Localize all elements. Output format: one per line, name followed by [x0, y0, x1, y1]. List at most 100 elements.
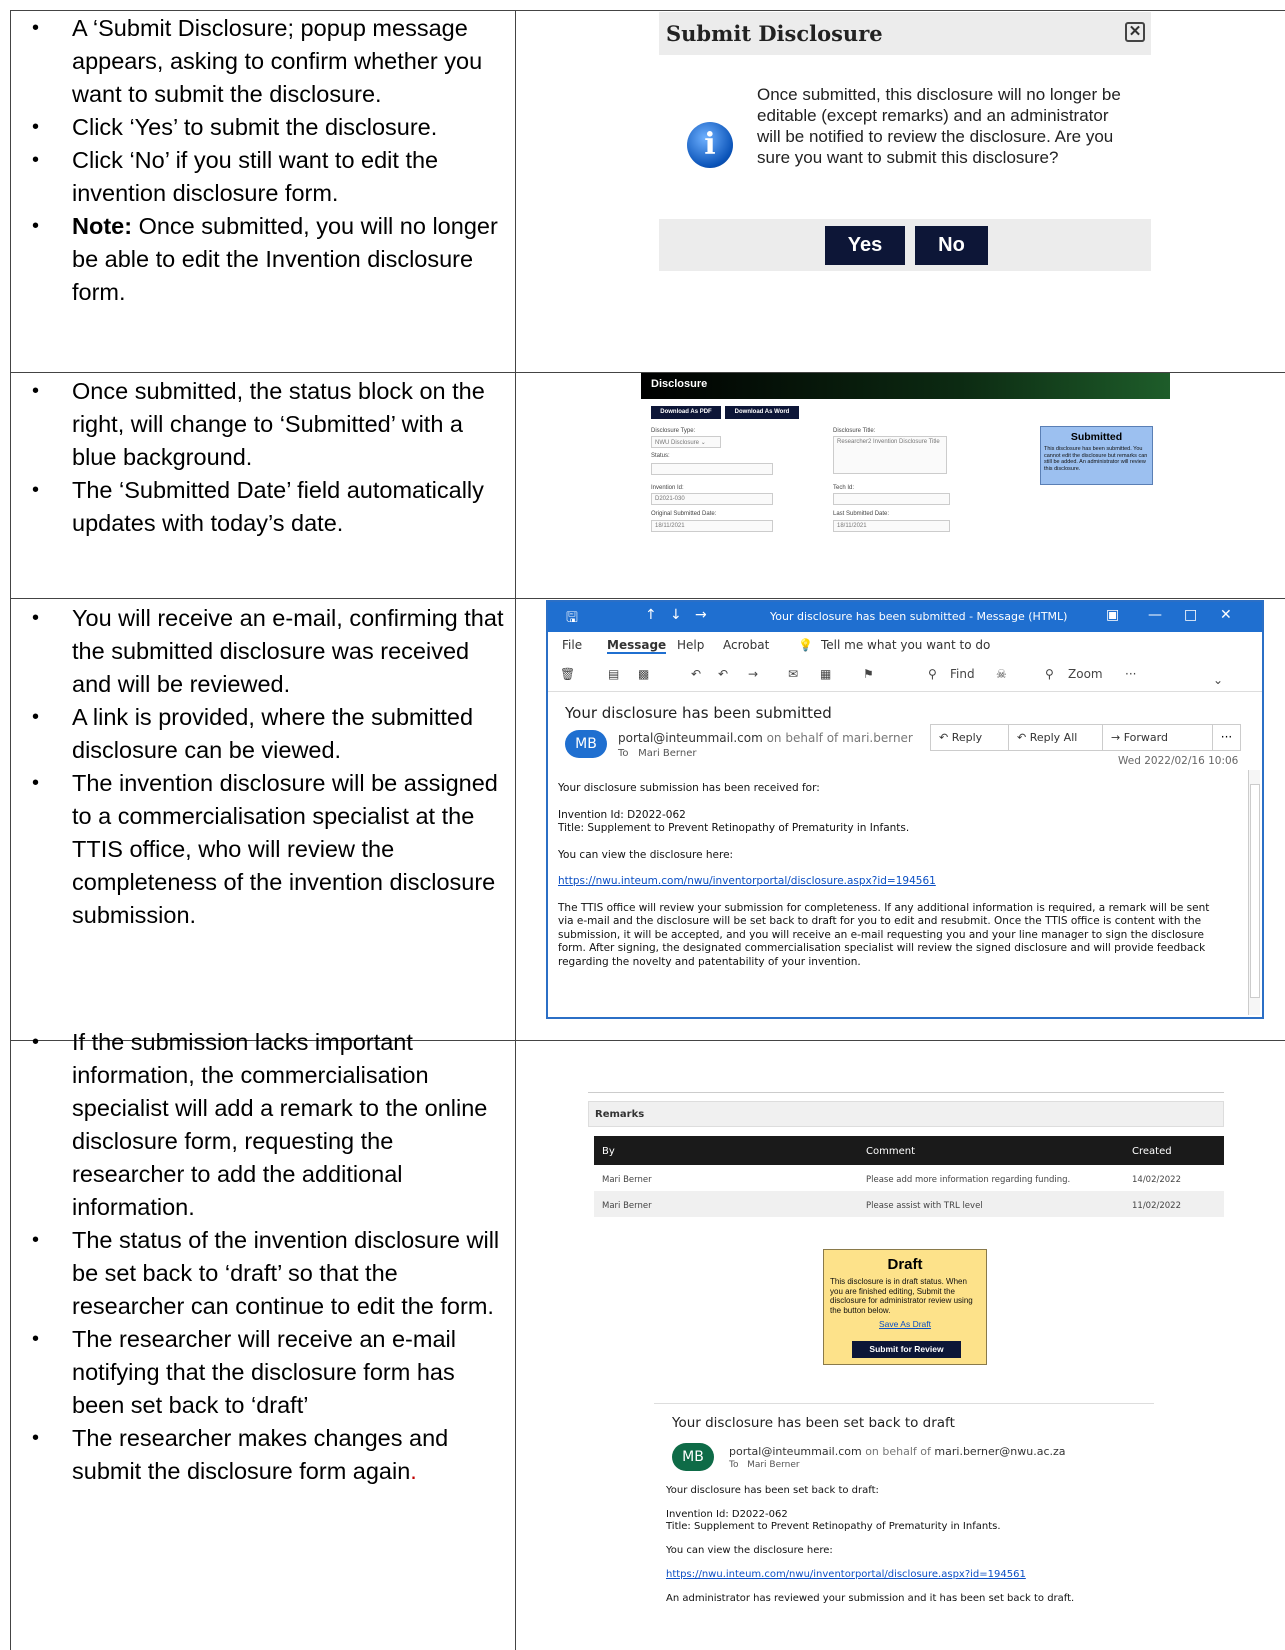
sender-email: portal@inteummail.com — [618, 731, 763, 745]
find-button[interactable]: Find — [950, 667, 975, 681]
up-arrow-icon[interactable]: ↑ — [645, 607, 657, 623]
menu-help[interactable]: Help — [677, 638, 704, 652]
status-field[interactable] — [651, 463, 773, 475]
last-date-label: Last Submitted Date: — [833, 511, 890, 517]
reply-button[interactable]: ↶ Reply — [931, 725, 1009, 750]
body-ids: Invention Id: D2022-062 Title: Supplement… — [666, 1509, 1001, 1532]
move-icon[interactable]: ▩ — [638, 667, 649, 681]
draft-text: This disclosure is in draft status. When… — [830, 1277, 973, 1315]
body-intro: Your disclosure submission has been rece… — [558, 782, 820, 794]
outlook-menu: File Message Help Acrobat 💡 Tell me what… — [548, 632, 1262, 657]
invention-id-label: Invention Id: — [651, 485, 684, 491]
download-pdf-button[interactable]: Download As PDF — [651, 406, 721, 419]
divider — [588, 1092, 1224, 1093]
chevron-down-icon: ⌄ — [700, 440, 706, 446]
minimize-icon[interactable]: — — [1148, 607, 1162, 623]
forward-arrow-icon[interactable]: → — [695, 607, 707, 623]
forward-icon[interactable]: → — [748, 667, 758, 681]
submitted-status-box: Submitted This disclosure has been submi… — [1040, 426, 1153, 485]
email-actions: ↶ Reply ↶ Reply All → Forward — [930, 724, 1241, 751]
no-button[interactable]: No — [915, 226, 988, 265]
sender-email: portal@inteummail.com — [729, 1445, 862, 1458]
menu-acrobat[interactable]: Acrobat — [723, 638, 769, 652]
chevron-down-icon[interactable]: ⌄ — [1213, 673, 1223, 687]
table-row-divider — [10, 598, 1285, 599]
menu-message[interactable]: Message — [607, 638, 667, 654]
archive-icon[interactable]: ▤ — [608, 667, 619, 681]
last-date-field[interactable]: 18/11/2021 — [833, 520, 950, 532]
search-icon[interactable]: ⚲ — [928, 667, 937, 681]
delete-icon[interactable]: 🗑 — [560, 667, 575, 681]
original-date-field[interactable]: 18/11/2021 — [651, 520, 773, 532]
disclosure-panel: Disclosure Download As PDF Download As W… — [641, 373, 1170, 548]
dialog-footer: Yes No — [659, 219, 1151, 271]
status-box-title: Submitted — [1070, 431, 1123, 443]
recipient-name: Mari Berner — [747, 1460, 800, 1470]
dialog-header: Submit Disclosure ✕ — [659, 12, 1151, 55]
submit-disclosure-dialog: Submit Disclosure ✕ i Once submitted, th… — [659, 12, 1151, 271]
download-word-button[interactable]: Download As Word — [725, 406, 799, 419]
email-subject: Your disclosure has been submitted — [565, 704, 832, 722]
close-icon[interactable]: ✕ — [1125, 22, 1145, 42]
original-date-label: Original Submitted Date: — [651, 511, 717, 517]
disclosure-type-label: Disclosure Type: — [651, 428, 696, 434]
scrollbar-thumb[interactable] — [1250, 784, 1260, 998]
on-behalf-text: on behalf of — [766, 731, 839, 745]
dialog-message: Once submitted, this disclosure will no … — [757, 85, 1121, 167]
list-item: If the submission lacks important inform… — [18, 1026, 508, 1224]
invention-id-field[interactable]: D2021-030 — [651, 493, 773, 505]
body-paragraph: The TTIS office will review your submiss… — [558, 901, 1210, 968]
table-row: Mari Berner Please add more information … — [602, 1175, 1181, 1185]
disclosure-header: Disclosure — [641, 373, 1170, 399]
save-as-draft-link[interactable]: Save As Draft — [824, 1319, 986, 1329]
close-icon[interactable]: ✕ — [1220, 607, 1232, 623]
maximize-icon[interactable]: □ — [1184, 607, 1197, 623]
tech-id-field[interactable] — [833, 493, 950, 505]
apps-icon[interactable]: ▦ — [820, 667, 831, 681]
list-item: The researcher makes changes and submit … — [18, 1422, 508, 1488]
more-options-icon[interactable]: ··· — [1125, 667, 1136, 681]
recipient-name: Mari Berner — [638, 748, 697, 759]
reply-icon: ↶ — [939, 731, 949, 744]
table-row: Mari Berner Please assist with TRL level… — [594, 1191, 1224, 1217]
disclosure-title-field[interactable]: Researcher2 Invention Disclosure Title — [833, 436, 947, 474]
disclosure-link[interactable]: https://nwu.inteum.com/nwu/inventorporta… — [666, 1569, 1026, 1580]
list-item: A link is provided, where the submitted … — [18, 701, 508, 767]
avatar: MB — [565, 730, 607, 758]
recipient-line: To Mari Berner — [729, 1460, 800, 1470]
disclosure-type-select[interactable]: NWU Disclosure ⌄ — [651, 436, 721, 448]
down-arrow-icon[interactable]: ↓ — [670, 607, 682, 623]
sender-line: portal@inteummail.com on behalf of mari.… — [618, 731, 913, 745]
flag-icon[interactable]: ⚑ — [863, 667, 874, 681]
outlook-titlebar: 🖫 ↑ ↓ → Your disclosure has been submitt… — [548, 602, 1262, 632]
outlook-message-window: 🖫 ↑ ↓ → Your disclosure has been submitt… — [546, 600, 1264, 1019]
list-item: You will receive an e-mail, confirming t… — [18, 602, 508, 701]
tell-me-search[interactable]: Tell me what you want to do — [821, 638, 990, 652]
column-by: By — [602, 1146, 615, 1157]
sender-name: mari.berner@nwu.ac.za — [934, 1445, 1066, 1458]
forward-button[interactable]: → Forward — [1103, 725, 1207, 750]
ribbon-display-icon[interactable]: ▣ — [1106, 607, 1119, 623]
menu-file[interactable]: File — [562, 638, 582, 652]
more-actions-button[interactable]: ··· — [1212, 724, 1241, 751]
draft-email: Your disclosure has been set back to dra… — [654, 1403, 1154, 1604]
save-icon[interactable]: 🖫 — [566, 607, 578, 631]
list-item: The status of the invention disclosure w… — [18, 1224, 508, 1323]
yes-button[interactable]: Yes — [825, 226, 905, 265]
disclosure-title-label: Disclosure Title: — [833, 428, 876, 434]
list-item: Note: Once submitted, you will no longer… — [18, 210, 508, 309]
mail-icon[interactable]: ✉ — [788, 667, 798, 681]
reply-all-button[interactable]: ↶ Reply All — [1009, 725, 1103, 750]
on-behalf-text: on behalf of — [865, 1445, 931, 1458]
translate-icon[interactable]: ☠ — [996, 667, 1007, 681]
reply-all-icon: ↶ — [1017, 731, 1027, 744]
zoom-button[interactable]: Zoom — [1068, 667, 1103, 681]
scrollbar[interactable] — [1248, 770, 1260, 1015]
reply-icon[interactable]: ↶ — [691, 667, 701, 681]
reply-all-icon[interactable]: ↶ — [718, 667, 728, 681]
body-ids: Invention Id: D2022-062 Title: Supplement… — [558, 808, 910, 835]
submit-for-review-button[interactable]: Submit for Review — [852, 1341, 961, 1358]
disclosure-link[interactable]: https://nwu.inteum.com/nwu/inventorporta… — [558, 875, 936, 887]
dialog-title: Submit Disclosure — [666, 21, 883, 46]
zoom-icon[interactable]: ⚲ — [1045, 667, 1054, 681]
